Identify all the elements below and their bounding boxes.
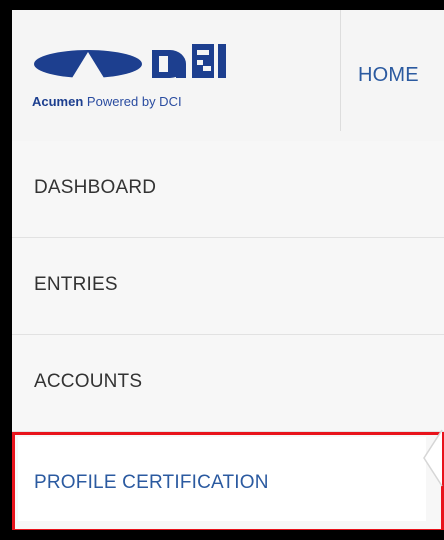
menu-item-entries[interactable]: ENTRIES [12, 238, 444, 335]
logo[interactable]: Acumen Powered by DCI [12, 10, 340, 141]
logo-caption: Acumen Powered by DCI [32, 94, 182, 109]
menu-item-label: DASHBOARD [34, 177, 157, 198]
app-frame: Acumen Powered by DCI HOME DASHBOARD ENT… [12, 10, 444, 530]
logo-powered-by: Powered by DCI [86, 94, 182, 109]
menu-item-dashboard[interactable]: DASHBOARD [12, 141, 444, 238]
dropdown-menu: DASHBOARD ENTRIES ACCOUNTS PROFILE CERTI… [12, 141, 444, 530]
top-navbar: Acumen Powered by DCI HOME [12, 10, 444, 142]
menu-item-label: ENTRIES [34, 274, 118, 295]
menu-item-label: ACCOUNTS [34, 371, 143, 392]
menu-item-label: PROFILE CERTIFICATION [34, 472, 269, 493]
logo-brand-name: Acumen [32, 94, 84, 109]
acumen-dci-logo-icon [34, 44, 226, 78]
menu-item-accounts[interactable]: ACCOUNTS [12, 335, 444, 432]
navbar-divider [340, 10, 341, 131]
menu-item-profile-certification[interactable]: PROFILE CERTIFICATION [12, 432, 444, 530]
nav-home-link[interactable]: HOME [358, 64, 419, 87]
submenu-chevron-left-icon [423, 429, 443, 487]
